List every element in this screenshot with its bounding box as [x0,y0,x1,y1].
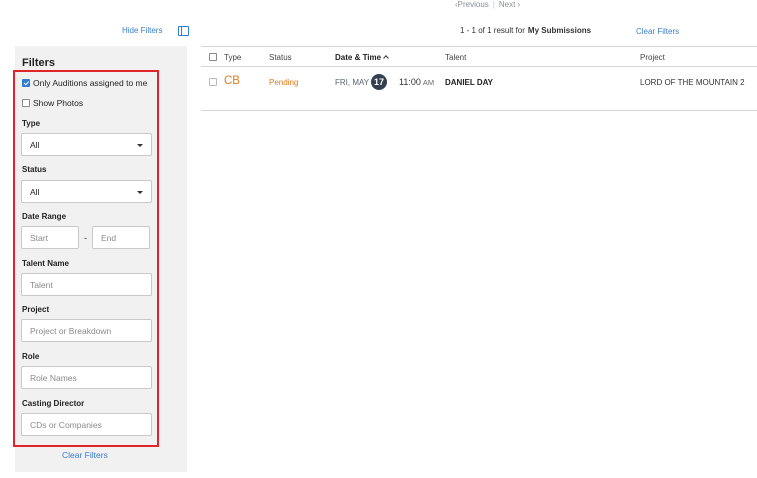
project-label: Project [22,305,50,314]
project-placeholder: Project or Breakdown [30,325,112,336]
row-time: 11:00 AM [399,77,434,87]
clear-filters-link-top[interactable]: Clear Filters [636,27,679,36]
sidebar-toggle-icon[interactable] [178,26,189,36]
type-select[interactable]: All [21,133,152,156]
date-start-placeholder: Start [30,232,48,243]
casting-director-placeholder: CDs or Companies [30,419,102,430]
only-assigned-checkbox[interactable] [22,79,30,87]
row-status: Pending [269,78,299,87]
column-header-status[interactable]: Status [269,53,292,62]
show-photos-filter[interactable]: Show Photos [22,98,158,108]
show-photos-label: Show Photos [33,98,84,108]
casting-director-input[interactable]: CDs or Companies [21,413,152,436]
date-range-separator: - [84,233,87,243]
previous-link[interactable]: Previous [458,0,489,9]
pagination: ‹Previous | Next › [455,0,520,9]
project-input[interactable]: Project or Breakdown [21,319,152,342]
talent-name-label: Talent Name [22,259,69,268]
row-time-ampm: AM [422,78,435,87]
column-header-type[interactable]: Type [224,53,241,62]
chevron-right-icon: › [515,0,521,9]
next-link[interactable]: Next [499,0,515,9]
role-label: Role [22,352,40,361]
date-range-label: Date Range [22,212,67,221]
row-project[interactable]: LORD OF THE MOUNTAIN 2 [640,78,745,87]
only-assigned-label: Only Auditions assigned to me [33,78,148,88]
status-select-value: All [30,186,40,197]
row-type: CB [224,75,240,87]
row-checkbox[interactable] [209,78,217,86]
table-header-border [201,66,757,67]
status-select[interactable]: All [21,180,152,203]
row-time-value: 11:00 [399,77,421,87]
date-start-input[interactable]: Start [21,226,79,249]
dropdown-caret-icon [137,144,143,147]
clear-filters-link-bottom[interactable]: Clear Filters [62,450,108,460]
sort-ascending-icon [383,55,389,61]
row-date: FRI, MAY [335,78,370,87]
status-label: Status [22,165,47,174]
talent-name-input[interactable]: Talent [21,273,152,296]
column-header-date-time[interactable]: Date & Time [335,53,389,62]
column-header-date-time-label: Date & Time [335,53,382,62]
result-count: 1 - 1 of 1 result for My Submissions [460,26,591,35]
show-photos-checkbox[interactable] [22,99,30,107]
date-end-input[interactable]: End [92,226,150,249]
result-count-text: 1 - 1 of 1 result for [460,26,525,35]
result-scope: My Submissions [527,26,592,35]
filters-title: Filters [22,57,56,69]
hide-filters-link[interactable]: Hide Filters [122,26,162,35]
select-all-checkbox[interactable] [209,53,217,61]
role-placeholder: Role Names [30,372,77,383]
dropdown-caret-icon [137,191,143,194]
table-row-border [201,110,757,111]
talent-name-placeholder: Talent [30,279,53,290]
column-header-project[interactable]: Project [640,53,665,62]
row-talent[interactable]: DANIEL DAY [445,78,493,87]
type-select-value: All [30,139,40,150]
column-header-talent[interactable]: Talent [445,53,466,62]
pagination-divider: | [492,0,495,9]
casting-director-label: Casting Director [22,399,85,408]
only-assigned-filter[interactable]: Only Auditions assigned to me [22,78,158,88]
date-end-placeholder: End [101,232,117,243]
table-top-border [201,46,757,47]
row-day-badge: 17 [371,74,387,90]
role-input[interactable]: Role Names [21,366,152,389]
type-label: Type [22,119,41,128]
